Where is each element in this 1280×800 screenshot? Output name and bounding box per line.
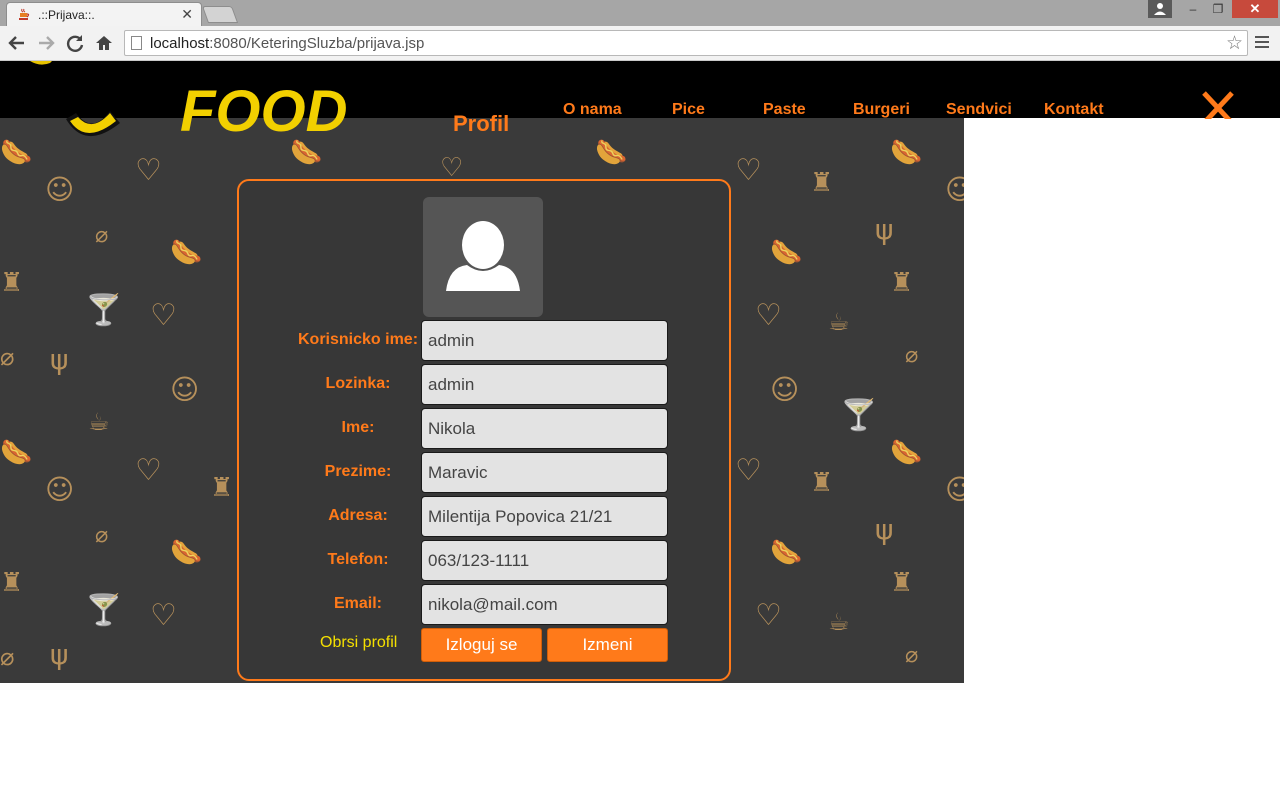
user-profile-icon[interactable]	[1148, 0, 1172, 18]
food-logo[interactable]: FOOD	[30, 61, 350, 151]
url-path: :8080/KeteringSluzba/prijava.jsp	[209, 35, 425, 52]
nav-o-nama[interactable]: O nama	[563, 101, 622, 119]
reload-icon[interactable]	[64, 32, 86, 54]
nav-burgeri[interactable]: Burgeri	[853, 101, 910, 119]
avatar	[423, 197, 543, 317]
delete-profile-link[interactable]: Obrsi profil	[320, 634, 397, 652]
browser-titlebar: .::Prijava::. ✕ – ❐ ✕	[0, 0, 1280, 26]
logout-button[interactable]: Izloguj se	[421, 628, 542, 662]
window-close-button[interactable]: ✕	[1232, 0, 1278, 18]
nav-kontakt[interactable]: Kontakt	[1044, 101, 1104, 119]
restore-button[interactable]: ❐	[1205, 0, 1231, 18]
username-field[interactable]	[421, 320, 668, 361]
forward-arrow-icon[interactable]	[35, 32, 57, 54]
home-icon[interactable]	[93, 32, 115, 54]
address-bar[interactable]: localhost:8080/KeteringSluzba/prijava.js…	[124, 30, 1248, 56]
page-icon	[131, 36, 142, 50]
new-tab-button[interactable]	[201, 6, 239, 23]
logo-text: FOOD	[180, 79, 348, 144]
page-title: Profil	[453, 111, 510, 136]
tab-close-icon[interactable]: ✕	[181, 6, 193, 23]
browser-tab[interactable]: .::Prijava::. ✕	[6, 2, 202, 26]
page-content: 🌭 ☺ ♡ ⌀ 🌭 ♜ 🍸 ♡ ⌀ ψ ☺ ☕ 🌭 ☺ ♡ ♜ ⌀ 🌭 ♜ 🍸 …	[0, 61, 1280, 800]
first-name-field[interactable]	[421, 408, 668, 449]
email-field[interactable]	[421, 584, 668, 625]
tab-title: .::Prijava::.	[38, 8, 95, 22]
bookmark-star-icon[interactable]: ☆	[1226, 32, 1243, 55]
site-header: FOOD O nama Pice Paste Burgeri Sendvici …	[0, 61, 1280, 144]
nav-pice[interactable]: Pice	[672, 101, 705, 119]
browser-menu-icon[interactable]	[1255, 34, 1271, 52]
url-host: localhost	[150, 35, 210, 52]
phone-field[interactable]	[421, 540, 668, 581]
java-favicon-icon	[19, 8, 30, 20]
edit-button[interactable]: Izmeni	[547, 628, 668, 662]
minimize-button[interactable]: –	[1180, 0, 1206, 18]
address-field[interactable]	[421, 496, 668, 537]
last-name-field[interactable]	[421, 452, 668, 493]
nav-paste[interactable]: Paste	[763, 101, 806, 119]
nav-sendvici[interactable]: Sendvici	[946, 101, 1012, 119]
back-arrow-icon[interactable]	[6, 32, 28, 54]
menu-close-icon[interactable]	[1200, 83, 1236, 119]
password-field[interactable]	[421, 364, 668, 405]
browser-toolbar: localhost:8080/KeteringSluzba/prijava.js…	[0, 26, 1280, 61]
user-silhouette-icon	[446, 221, 520, 291]
